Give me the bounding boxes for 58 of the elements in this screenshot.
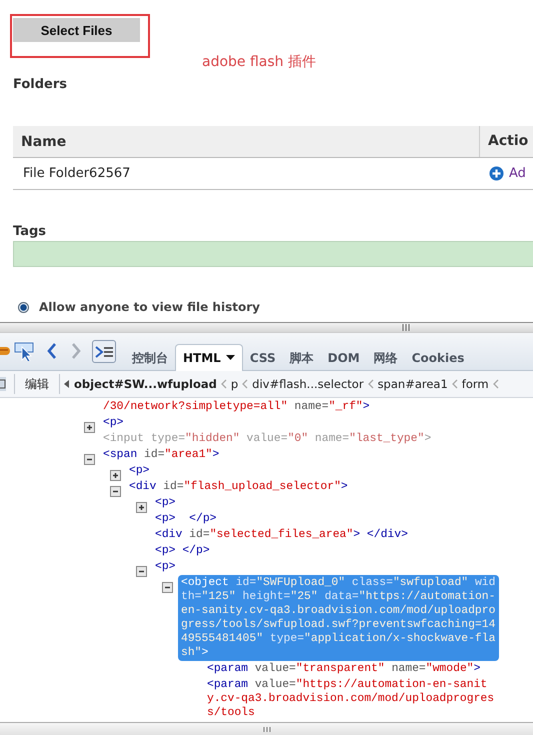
code-line[interactable]: <param value="https://automation-en-sanity.cv-qa3.broadvision.com/mod/uploadprogress/tools <box>204 677 499 721</box>
code-line[interactable]: <input type="hidden" value="0" name="last_type"> <box>100 431 434 447</box>
panel-splitter[interactable] <box>0 322 533 333</box>
chevron-icon <box>452 379 458 389</box>
panel-tab[interactable]: CSS <box>242 346 283 370</box>
option-label: Allow anyone to view file history <box>39 300 260 314</box>
code-line[interactable]: /30/network?simpletype=all" name="_rf"> <box>100 399 373 415</box>
chevron-icon <box>220 379 227 389</box>
panel-tab[interactable]: 网络 <box>366 346 405 370</box>
code-line[interactable]: <p> <box>100 415 127 431</box>
scroll-left-icon[interactable] <box>64 380 70 388</box>
plus-circle-icon[interactable] <box>489 166 504 181</box>
grip-icon <box>402 324 410 331</box>
minus-box-icon[interactable] <box>162 582 173 593</box>
chevron-icon <box>368 379 374 389</box>
minus-box-icon[interactable] <box>84 454 95 465</box>
minus-box-icon[interactable] <box>136 566 147 577</box>
panel-tab[interactable]: DOM <box>320 346 367 370</box>
section-heading: Tags <box>13 224 48 239</box>
chevron-icon <box>492 379 499 389</box>
table-cell-text: File Folder62567 <box>22 166 132 181</box>
minus-box-icon[interactable] <box>110 486 121 497</box>
code-line[interactable]: <span id="area1"> <box>100 447 222 463</box>
annotation-text: adobe flash 插件 <box>202 53 317 71</box>
horizontal-scrollbar[interactable] <box>0 722 533 735</box>
inspect-icon[interactable] <box>14 341 36 361</box>
edit-button[interactable]: 编辑 <box>15 376 59 392</box>
grip-icon[interactable] <box>262 726 270 732</box>
panel-tab[interactable]: 控制台 <box>125 346 175 370</box>
chevron-icon <box>242 379 248 389</box>
column-header: Name <box>20 134 68 150</box>
radio-button[interactable] <box>18 302 29 312</box>
breadcrumb-item[interactable]: p <box>230 377 238 391</box>
action-link[interactable]: Ad <box>509 166 526 181</box>
plus-box-icon[interactable] <box>136 502 147 513</box>
breadcrumb-item[interactable]: form <box>462 377 489 391</box>
code-line[interactable]: <div id="selected_files_area"> </div> <box>152 527 411 543</box>
tags-field[interactable] <box>13 241 533 267</box>
code-line[interactable]: <p> </p> <box>152 543 213 559</box>
command-line-toggle[interactable] <box>92 340 116 363</box>
select-files-button[interactable]: Select Files <box>13 18 140 42</box>
breadcrumb-item[interactable]: div#flash...selector <box>252 377 364 391</box>
plus-box-icon[interactable] <box>110 470 121 481</box>
code-line[interactable]: <param value="transparent" name="wmode"> <box>204 661 484 677</box>
column-header: Actio <box>479 126 528 157</box>
panel-tab[interactable]: Cookies <box>404 346 472 370</box>
panel-tab[interactable]: HTML <box>175 344 243 371</box>
code-line[interactable]: <p> <box>126 463 153 479</box>
code-line[interactable]: <p> </p> <box>152 511 220 527</box>
code-line[interactable]: <p> <box>152 559 179 575</box>
code-line[interactable]: <div id="flash_upload_selector"> <box>126 479 351 495</box>
breadcrumb-item[interactable]: span#area1 <box>378 377 448 391</box>
section-heading: Folders <box>13 77 68 92</box>
panel-tab[interactable]: 脚本 <box>282 346 321 370</box>
breadcrumb-item[interactable]: object#SW...wfupload <box>74 377 217 391</box>
plus-box-icon[interactable] <box>84 422 95 433</box>
code-line[interactable]: <p> <box>152 495 179 511</box>
caret-icon[interactable] <box>226 355 235 361</box>
